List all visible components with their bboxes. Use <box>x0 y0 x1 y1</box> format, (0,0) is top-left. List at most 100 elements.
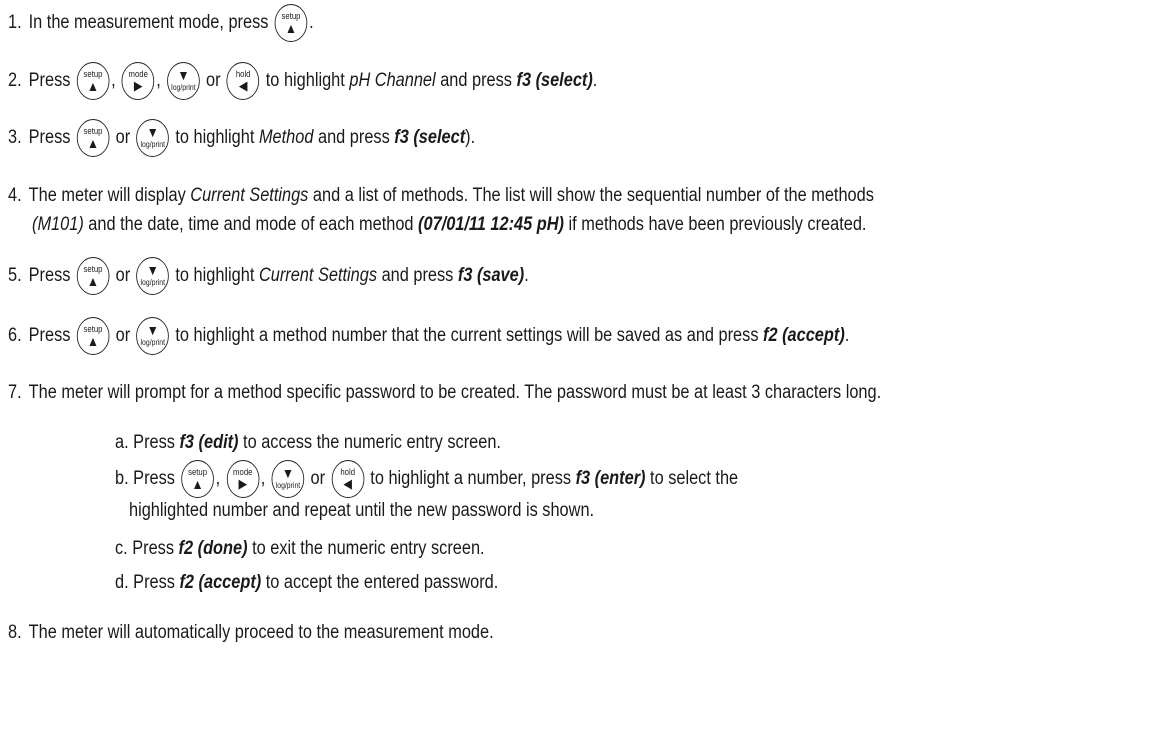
step-text: to highlight a method number that the cu… <box>175 325 759 346</box>
step-text: The meter will prompt for a method speci… <box>28 382 882 403</box>
hold-key-icon: hold ◀ <box>331 460 365 498</box>
step-text: a. Press <box>115 432 175 453</box>
log-print-key-icon: ▼ log/print <box>136 257 170 295</box>
step-number: 8. <box>8 622 22 643</box>
soft-key-text: f3 (save) <box>457 265 525 286</box>
step-text: to highlight a number, press <box>370 468 572 489</box>
step-text: c. Press <box>115 538 175 559</box>
soft-key-text: f2 (accept) <box>179 572 262 593</box>
step-5: 5. Press setup ▲ or ▼ log/print to highlig… <box>8 255 529 297</box>
soft-key-text: f2 (done) <box>178 538 248 559</box>
step-text: and the date, time and mode of each meth… <box>88 214 414 235</box>
step-text: Press <box>28 127 71 148</box>
log-print-key-icon: ▼ log/print <box>271 460 305 498</box>
step-text: ). <box>465 127 476 148</box>
step-text: to access the numeric entry screen. <box>243 432 501 453</box>
log-print-key-icon: ▼ log/print <box>136 119 170 157</box>
step-text: . <box>844 325 850 346</box>
up-arrow-icon: ▲ <box>87 77 99 94</box>
step-text: and press <box>317 127 390 148</box>
step-text: to highlight <box>265 70 345 91</box>
step-2: 2. Press setup ▲, mode ▶, ▼ log/print or ho… <box>8 60 597 102</box>
left-arrow-icon: ◀ <box>343 475 352 491</box>
step-number: 6. <box>8 325 22 346</box>
step-7b-line-1: b. Press setup ▲, mode ▶, ▼ log/print or ho… <box>115 458 738 500</box>
emphasis-text: Current Settings <box>258 265 378 286</box>
step-text: and press <box>381 265 454 286</box>
soft-key-text: f3 (edit) <box>179 432 239 453</box>
step-text: if methods have been previously created. <box>568 214 867 235</box>
soft-key-text: f2 (accept) <box>763 325 845 346</box>
step-number: 3. <box>8 127 22 148</box>
right-arrow-icon: ▶ <box>238 475 248 491</box>
down-arrow-icon: ▼ <box>177 67 190 83</box>
key-label: log/print <box>275 481 301 490</box>
up-arrow-icon: ▲ <box>87 332 99 349</box>
up-arrow-icon: ▲ <box>87 134 99 151</box>
setup-key-icon: setup ▲ <box>274 4 308 42</box>
step-text: d. Press <box>115 572 175 593</box>
step-text: to select the <box>650 468 739 489</box>
setup-key-icon: setup ▲ <box>76 257 110 295</box>
step-number: 4. <box>8 185 22 206</box>
step-text: b. Press <box>115 468 175 489</box>
step-text: and a list of methods. The list will sho… <box>312 185 874 206</box>
instruction-document: 1. In the measurement mode, press setup ▲… <box>0 0 1165 747</box>
down-arrow-icon: ▼ <box>146 262 159 278</box>
emphasis-text: pH Channel <box>349 70 436 91</box>
hold-key-icon: hold ◀ <box>226 62 260 100</box>
key-label: log/print <box>140 278 166 287</box>
step-number: 2. <box>8 70 22 91</box>
step-8: 8. The meter will automatically proceed … <box>8 621 494 645</box>
or-text: or <box>115 127 131 148</box>
mode-key-icon: mode ▶ <box>121 62 155 100</box>
or-text: or <box>115 325 131 346</box>
soft-key-text: f3 (select <box>394 127 466 148</box>
step-number: 7. <box>8 382 22 403</box>
down-arrow-icon: ▼ <box>281 465 294 481</box>
down-arrow-icon: ▼ <box>146 124 159 140</box>
step-text: The meter will display <box>28 185 186 206</box>
key-label: log/print <box>140 338 166 347</box>
setup-key-icon: setup ▲ <box>76 62 110 100</box>
step-7: 7. The meter will prompt for a method sp… <box>8 381 881 405</box>
step-text: to accept the entered password. <box>265 572 499 593</box>
setup-key-icon: setup ▲ <box>76 119 110 157</box>
step-6: 6. Press setup ▲ or ▼ log/print to highlig… <box>8 315 849 357</box>
log-print-key-icon: ▼ log/print <box>136 317 170 355</box>
step-text: to highlight <box>175 265 255 286</box>
step-text: Press <box>28 265 71 286</box>
or-text: or <box>310 468 326 489</box>
setup-key-icon: setup ▲ <box>76 317 110 355</box>
step-number: 1. <box>8 12 22 33</box>
key-label: log/print <box>140 140 166 149</box>
step-7d: d. Press f2 (accept) to accept the enter… <box>115 571 498 595</box>
step-number: 5. <box>8 265 22 286</box>
step-text: highlighted number and repeat until the … <box>129 500 595 521</box>
step-3: 3. Press setup ▲ or ▼ log/print to highlig… <box>8 117 475 159</box>
step-7a: a. Press f3 (edit) to access the numeric… <box>115 431 501 455</box>
step-1: 1. In the measurement mode, press setup ▲… <box>8 2 314 44</box>
down-arrow-icon: ▼ <box>146 322 159 338</box>
left-arrow-icon: ◀ <box>238 77 248 93</box>
emphasis-text: (M101) <box>32 214 84 235</box>
step-text: and press <box>440 70 512 91</box>
or-text: or <box>115 265 131 286</box>
step-7b-line-2: highlighted number and repeat until the … <box>129 499 594 523</box>
log-print-key-icon: ▼ log/print <box>167 62 200 100</box>
step-text: In the measurement mode, press <box>28 12 269 33</box>
emphasis-text: Current Settings <box>190 185 309 206</box>
step-text: . <box>524 265 529 286</box>
mode-key-icon: mode ▶ <box>226 460 260 498</box>
up-arrow-icon: ▲ <box>87 272 99 289</box>
step-text: The meter will automatically proceed to … <box>28 622 494 643</box>
step-text: to highlight <box>175 127 255 148</box>
step-7c: c. Press f2 (done) to exit the numeric e… <box>115 537 485 561</box>
step-text: to exit the numeric entry screen. <box>252 538 485 559</box>
soft-key-text: f3 (select) <box>516 70 593 91</box>
soft-key-text: f3 (enter) <box>575 468 646 489</box>
step-4-line-2: (M101) and the date, time and mode of ea… <box>32 213 866 237</box>
step-4-line-1: 4. The meter will display Current Settin… <box>8 184 874 208</box>
setup-key-icon: setup ▲ <box>181 460 214 498</box>
key-label: log/print <box>171 83 196 92</box>
